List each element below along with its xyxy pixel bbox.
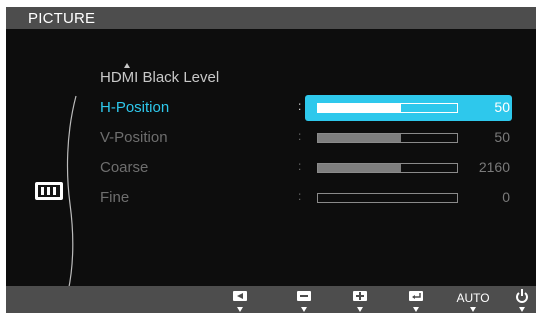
plus-icon [353, 291, 367, 301]
menu-title: PICTURE [28, 10, 96, 27]
coarse-value: 2160 [478, 159, 510, 175]
menu-item-label: V-Position [100, 129, 168, 146]
menu-item-label: Fine [100, 189, 130, 206]
menu-item-label: H-Position [100, 99, 170, 116]
enter-button[interactable] [401, 286, 431, 313]
v-position-value: 50 [494, 129, 510, 145]
picture-category-icon [35, 182, 63, 200]
down-pointer-icon [470, 307, 476, 312]
separator: : [298, 159, 302, 173]
down-pointer-icon [519, 307, 525, 312]
osd-menu: PICTURE HDMI Black Level H-Position : 50… [6, 7, 536, 313]
left-arrow-icon [233, 291, 247, 301]
menu-item-label: Coarse [100, 159, 149, 176]
menu-panel: HDMI Black Level H-Position : 50 V-Posit… [6, 29, 536, 293]
separator: : [298, 189, 302, 203]
slider-fill [318, 164, 402, 172]
fine-slider[interactable] [317, 193, 458, 203]
menu-item-coarse[interactable]: Coarse : 2160 [100, 156, 520, 180]
down-pointer-icon [237, 307, 243, 312]
down-pointer-icon [413, 307, 419, 312]
power-icon [516, 289, 528, 303]
v-position-slider[interactable] [317, 133, 458, 143]
enter-icon [409, 291, 423, 301]
plus-button[interactable] [345, 286, 375, 313]
menu-item-fine[interactable]: Fine : 0 [100, 186, 520, 210]
menu-item-v-position[interactable]: V-Position : 50 [100, 126, 520, 150]
down-pointer-icon [301, 307, 307, 312]
title-bar: PICTURE [6, 7, 536, 29]
separator: : [298, 99, 302, 113]
minus-icon [297, 291, 311, 301]
menu-item-label: HDMI Black Level [100, 69, 220, 86]
h-position-value: 50 [494, 99, 510, 115]
menu-item-h-position[interactable]: H-Position : 50 [100, 95, 520, 121]
slider-fill [318, 104, 402, 112]
slider-fill [318, 134, 402, 142]
menu-arc-icon [66, 95, 77, 293]
power-button[interactable] [507, 286, 536, 313]
minus-button[interactable] [289, 286, 319, 313]
coarse-slider[interactable] [317, 163, 458, 173]
down-pointer-icon [357, 307, 363, 312]
left-button[interactable] [225, 286, 255, 313]
button-guide-bar: AUTO [6, 286, 536, 313]
menu-item-hdmi-black-level[interactable]: HDMI Black Level [100, 66, 520, 90]
auto-button[interactable]: AUTO [453, 286, 493, 313]
h-position-slider[interactable] [317, 103, 458, 113]
auto-label: AUTO [456, 291, 490, 305]
fine-value: 0 [502, 189, 510, 205]
separator: : [298, 129, 302, 143]
